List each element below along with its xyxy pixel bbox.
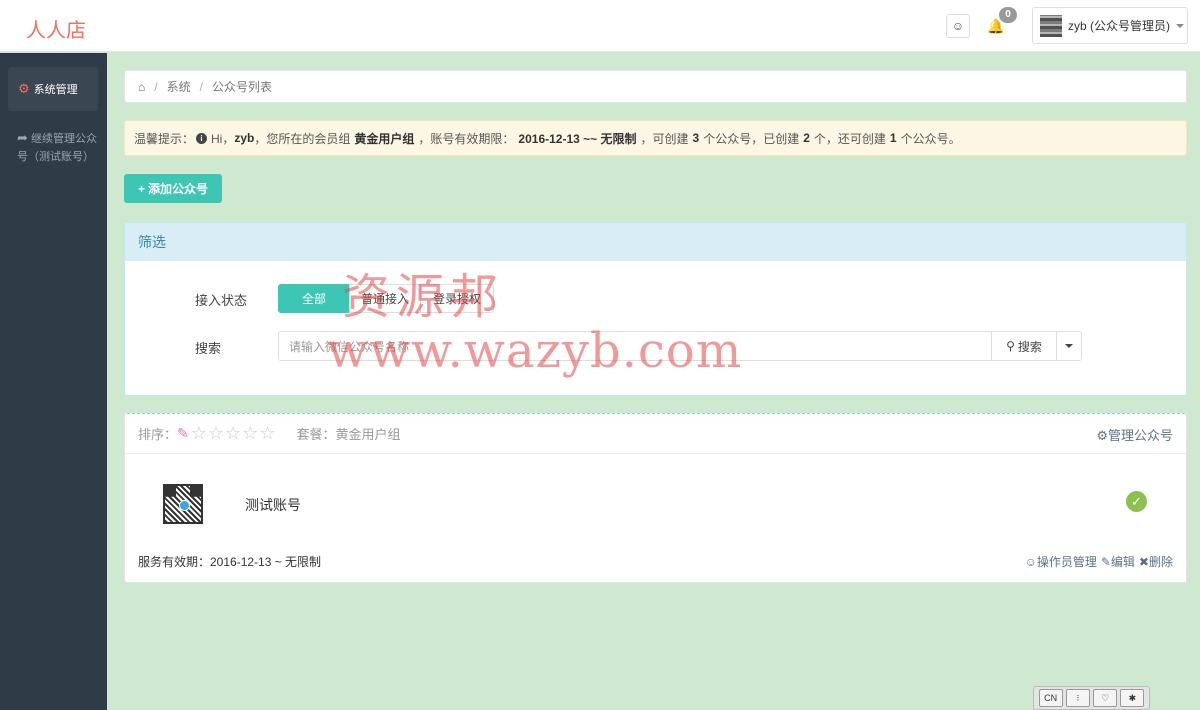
membership-alert: 温馨提示： i Hi， zyb ，您所在的会员组 黄金用户组 ，账号有效期限： …	[124, 120, 1187, 156]
heart-icon[interactable]: ♡	[1093, 689, 1118, 707]
sidebar-item-system-management[interactable]: ⚙ 系统管理	[8, 67, 98, 111]
search-label: 搜索	[195, 341, 222, 356]
status-label: 接入状态	[195, 293, 248, 308]
breadcrumb-separator: /	[154, 79, 158, 94]
search-button[interactable]: ⚲ 搜索	[991, 331, 1057, 361]
sort-label: 排序：	[138, 427, 178, 442]
share-icon: ➦	[17, 130, 28, 145]
info-circle-icon: i	[196, 132, 208, 144]
star-icon[interactable]: ☆	[191, 423, 208, 443]
chevron-down-icon	[1176, 23, 1185, 28]
breadcrumb-item-system[interactable]: 系统	[167, 78, 191, 95]
action-label: 操作员管理	[1036, 555, 1097, 569]
qr-code-image	[163, 484, 203, 524]
sidebar-item-label: 系统管理	[33, 84, 78, 96]
search-dropdown-toggle[interactable]	[1056, 331, 1082, 361]
edit-icon: ✎	[1100, 555, 1111, 569]
action-label: 删除	[1148, 555, 1173, 569]
status-option-normal[interactable]: 普通接入	[349, 284, 421, 313]
filter-title: 筛选	[125, 223, 1186, 261]
operator-management-link[interactable]: ☺操作员管理	[1025, 553, 1097, 570]
filter-panel: 筛选 接入状态 全部 普通接入 登录授权 搜索 请输入微信公众号名称 ⚲ 搜索	[124, 222, 1187, 396]
top-navbar: 人人店 ☺ 🔔 0 zyb (公众号管理员)	[0, 0, 1200, 52]
star-icon[interactable]: ☆	[225, 423, 242, 443]
rating-stars[interactable]: ☆☆☆☆☆	[191, 423, 277, 444]
plus-icon: +	[137, 181, 145, 196]
search-icon: ⚲	[1006, 339, 1015, 353]
alert-text: 个公众号。	[900, 131, 961, 146]
package-label: 套餐：黄金用户组	[296, 427, 401, 442]
status-option-all[interactable]: 全部	[278, 284, 350, 313]
status-option-login-auth[interactable]: 登录授权	[420, 284, 494, 313]
edit-link[interactable]: ✎编辑	[1101, 553, 1135, 570]
account-card: 排序： ✎ ☆☆☆☆☆ 套餐：黄金用户组 ⚙管理公众号 测试账号 ✓ 服务有效期…	[124, 413, 1187, 583]
add-account-button[interactable]: + 添加公众号	[124, 174, 222, 203]
close-icon: ✖	[1138, 555, 1149, 569]
caret-down-icon	[1065, 344, 1073, 348]
home-icon[interactable]: ⌂	[138, 80, 145, 94]
alert-can-create-count: 3	[692, 131, 700, 145]
star-icon[interactable]: ☆	[242, 423, 259, 443]
account-card-header: 排序： ✎ ☆☆☆☆☆ 套餐：黄金用户组 ⚙管理公众号	[125, 414, 1186, 454]
alert-remaining-count: 1	[889, 131, 897, 145]
alert-member-group: 黄金用户组	[354, 131, 415, 146]
alert-text: ，账号有效期限：	[418, 131, 515, 146]
alert-period: 2016-12-13 ~~ 无限制	[518, 131, 637, 146]
alert-text: Hi，	[211, 131, 235, 146]
ime-menu-button[interactable]: ⁝	[1065, 689, 1090, 707]
alert-text: ，您所在的会员组	[254, 131, 351, 146]
account-actions: ☺操作员管理 ✎编辑 ✖删除	[1025, 553, 1173, 570]
check-circle-icon: ✓	[1126, 491, 1147, 512]
ime-toolbar: CN ⁝ ♡ ✱	[1033, 686, 1150, 710]
user-name-label: zyb (公众号管理员)	[1068, 19, 1171, 33]
manage-account-link[interactable]: ⚙管理公众号	[1096, 425, 1173, 444]
gears-icon: ⚙	[18, 81, 30, 96]
user-icon: ☺	[1024, 555, 1037, 569]
alert-text: 个，还可创建	[813, 131, 886, 146]
sidebar-item-continue-manage[interactable]: ➦ 继续管理公众号（测试账号）	[17, 129, 97, 166]
eraser-icon[interactable]: ✎	[177, 425, 189, 442]
star-icon[interactable]: ☆	[208, 423, 225, 443]
gear-icon: ⚙	[1096, 428, 1108, 443]
user-menu-dropdown[interactable]: zyb (公众号管理员)	[1032, 7, 1188, 44]
alert-user: zyb	[234, 131, 255, 145]
service-validity: 服务有效期：2016-12-13 ~ 无限制	[138, 555, 322, 569]
star-icon[interactable]: ☆	[259, 423, 276, 443]
sidebar-item-label: 继续管理公众号（测试账号）	[17, 133, 97, 163]
search-input[interactable]: 请输入微信公众号名称	[278, 331, 992, 361]
breadcrumb: ⌂ / 系统 / 公众号列表	[124, 70, 1187, 103]
delete-link[interactable]: ✖删除	[1139, 553, 1173, 570]
alert-text: 个公众号，已创建	[703, 131, 800, 146]
ime-lang-button[interactable]: CN	[1038, 689, 1063, 707]
alert-prefix: 温馨提示：	[134, 131, 195, 146]
manage-link-label: 管理公众号	[1107, 428, 1173, 443]
add-button-label: 添加公众号	[148, 182, 209, 196]
alert-created-count: 2	[803, 131, 810, 145]
brand-logo[interactable]: 人人店	[26, 14, 86, 43]
breadcrumb-separator: /	[199, 79, 203, 94]
settings-icon[interactable]: ✱	[1120, 689, 1145, 707]
user-profile-button[interactable]: ☺	[946, 14, 970, 38]
alert-text: ，可创建	[640, 131, 689, 146]
sidebar: ⚙ 系统管理 ➦ 继续管理公众号（测试账号）	[0, 53, 107, 710]
notification-badge: 0	[999, 7, 1017, 23]
avatar	[1040, 14, 1062, 37]
search-button-label: 搜索	[1017, 339, 1042, 354]
action-label: 编辑	[1110, 555, 1135, 569]
user-icon: ☺	[951, 19, 965, 33]
account-name[interactable]: 测试账号	[245, 495, 301, 515]
breadcrumb-item-current: 公众号列表	[211, 80, 272, 94]
